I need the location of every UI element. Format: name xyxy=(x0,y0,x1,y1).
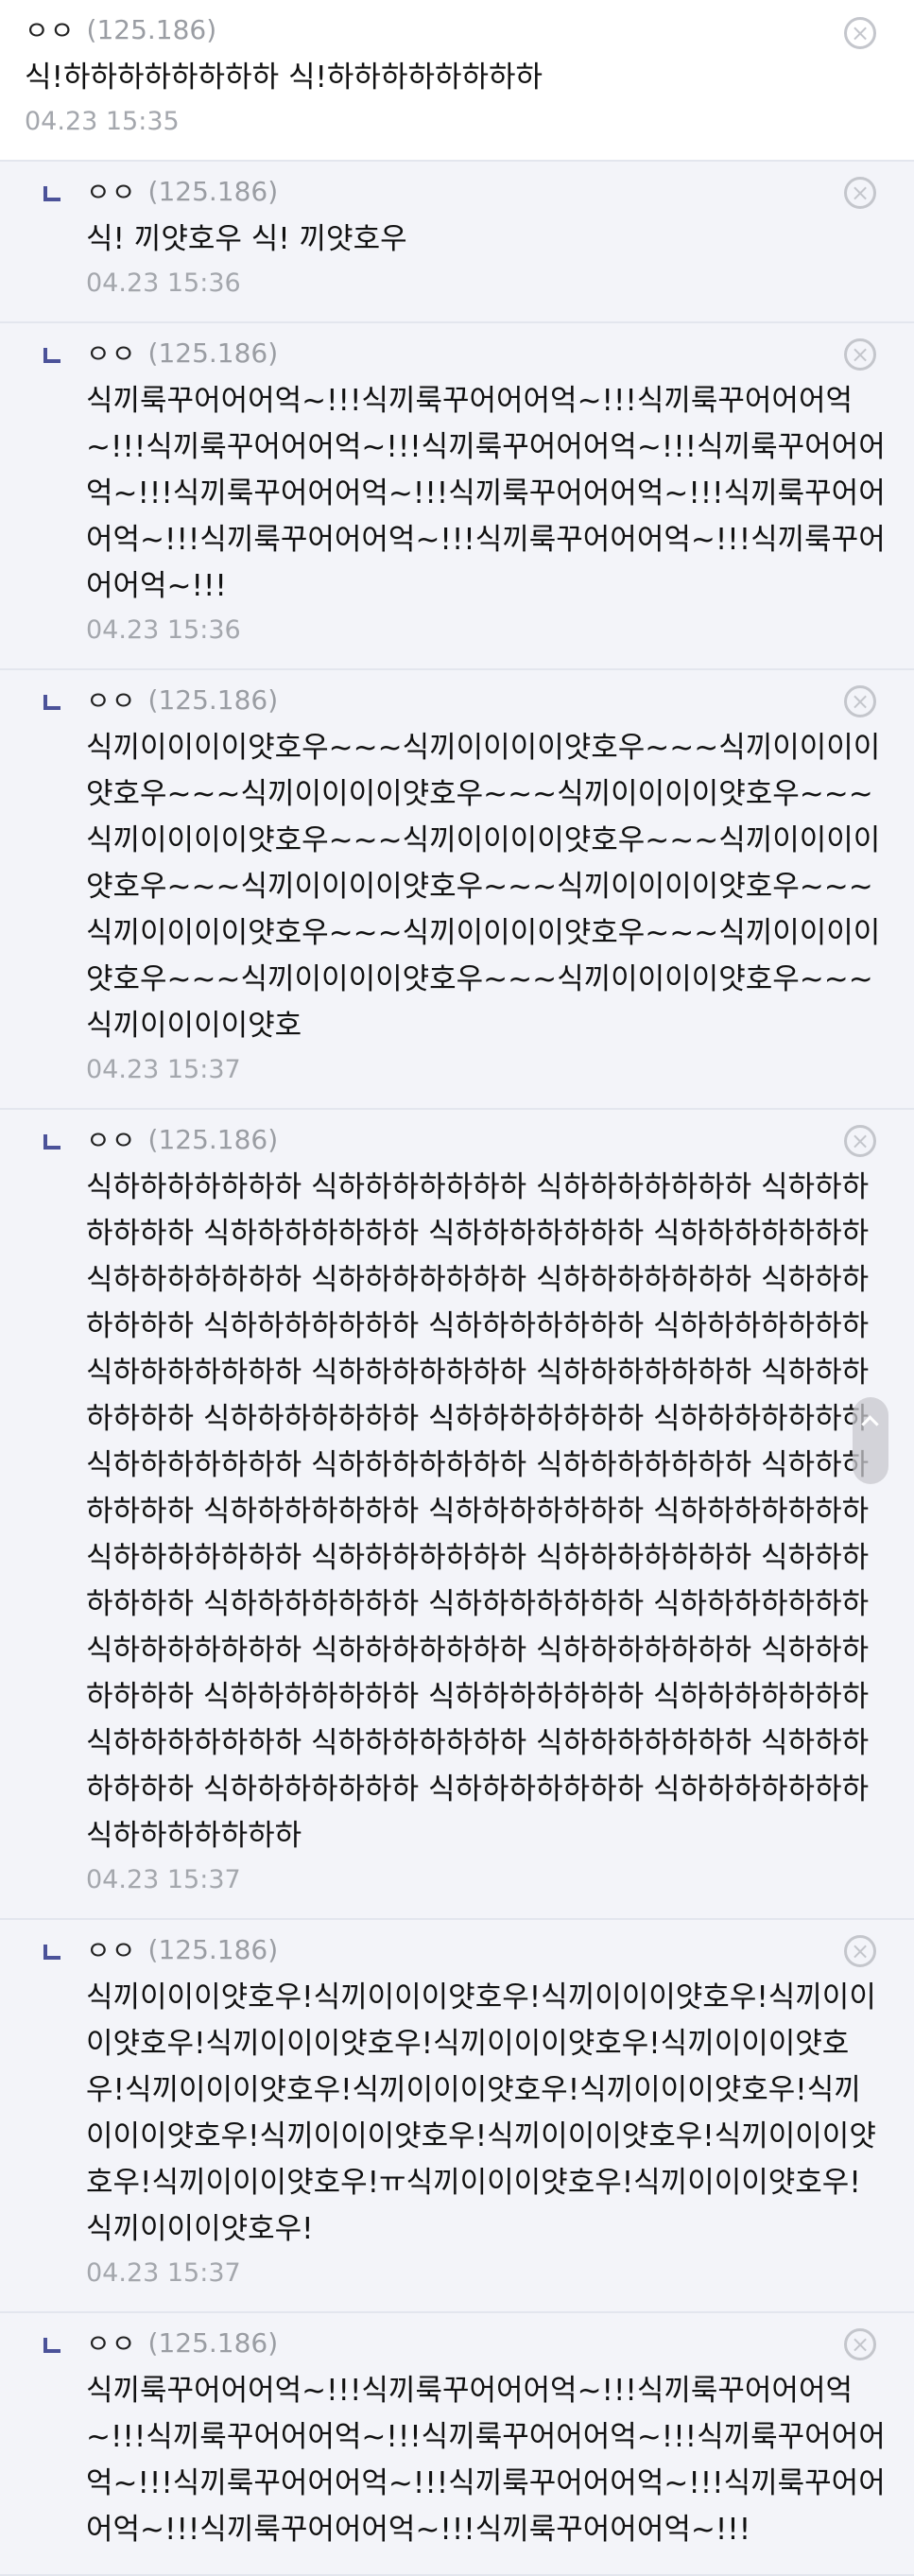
reply-arrow-icon xyxy=(43,1134,60,1150)
comment-ip: (125.186) xyxy=(147,337,279,369)
comment-text: 식하하하하하하하 식하하하하하하하 식하하하하하하하 식하하하하하하하 식하하하… xyxy=(86,1170,870,1853)
delete-close-icon[interactable]: × xyxy=(844,177,876,209)
delete-close-icon[interactable]: × xyxy=(844,685,876,717)
comment-item: ㅇㅇ (125.186) 식!하하하하하하하하 식!하하하하하하하하 04.23… xyxy=(0,0,914,162)
comment-ip: (125.186) xyxy=(86,13,217,45)
delete-close-icon[interactable]: × xyxy=(844,2328,876,2360)
reply-item: ㅇㅇ (125.186) 식끼이이이이얏호우~~~식끼이이이이얏호우~~~식끼이… xyxy=(0,670,914,1110)
comment-meta: ㅇㅇ (125.186) xyxy=(86,1119,886,1159)
comment-date: 04.23 15:37 xyxy=(86,1055,241,1084)
reply-arrow-icon xyxy=(43,348,60,363)
comment-nickname[interactable]: ㅇㅇ xyxy=(86,1120,137,1158)
comment-nickname[interactable]: ㅇㅇ xyxy=(86,172,137,210)
reply-item: ㅇㅇ (125.186) 식끼룩꾸어어어억~!!!식끼룩꾸어어어억~!!!식끼룩… xyxy=(0,2313,914,2576)
comment-ip: (125.186) xyxy=(147,175,279,207)
comment-meta: ㅇㅇ (125.186) xyxy=(86,680,886,719)
comment-nickname[interactable]: ㅇㅇ xyxy=(86,681,137,718)
comment-ip: (125.186) xyxy=(147,1933,279,1965)
comment-list: ㅇㅇ (125.186) 식!하하하하하하하하 식!하하하하하하하하 04.23… xyxy=(0,0,914,2576)
comment-date: 04.23 15:36 xyxy=(86,615,241,645)
reply-item: ㅇㅇ (125.186) 식끼룩꾸어어어억~!!!식끼룩꾸어어어억~!!!식끼룩… xyxy=(0,323,914,670)
comment-text: 식! 끼얏호우 식! 끼얏호우 xyxy=(86,222,407,256)
delete-close-icon[interactable]: × xyxy=(844,338,876,371)
comment-date: 04.23 15:36 xyxy=(86,268,241,298)
comment-meta: ㅇㅇ (125.186) xyxy=(86,171,886,211)
comment-nickname[interactable]: ㅇㅇ xyxy=(86,2324,137,2361)
comment-ip: (125.186) xyxy=(147,1123,279,1155)
comment-text: 식끼이이이얏호우!식끼이이이얏호우!식끼이이이얏호우!식끼이이이얏호우!식끼이이… xyxy=(86,1980,876,2246)
comment-meta: ㅇㅇ (125.186) xyxy=(86,333,886,372)
comment-ip: (125.186) xyxy=(147,683,279,716)
reply-item: ㅇㅇ (125.186) 식! 끼얏호우 식! 끼얏호우 04.23 15:36… xyxy=(0,162,914,323)
reply-arrow-icon xyxy=(43,186,60,201)
comment-meta: ㅇㅇ (125.186) xyxy=(86,2323,886,2362)
comment-nickname[interactable]: ㅇㅇ xyxy=(86,1930,137,1968)
comment-date: 04.23 15:37 xyxy=(86,2258,241,2288)
comment-meta: ㅇㅇ (125.186) xyxy=(25,9,861,49)
comment-text: 식!하하하하하하하하 식!하하하하하하하하 xyxy=(25,61,543,95)
comment-ip: (125.186) xyxy=(147,2326,279,2359)
delete-close-icon[interactable]: × xyxy=(844,1935,876,1967)
reply-arrow-icon xyxy=(43,2338,60,2353)
reply-item: ㅇㅇ (125.186) 식끼이이이얏호우!식끼이이이얏호우!식끼이이이얏호우!… xyxy=(0,1920,914,2313)
delete-close-icon[interactable]: × xyxy=(844,1125,876,1157)
comment-nickname[interactable]: ㅇㅇ xyxy=(25,10,76,48)
comment-date: 04.23 15:35 xyxy=(25,107,180,136)
comment-text: 식끼룩꾸어어어억~!!!식끼룩꾸어어어억~!!!식끼룩꾸어어어억~!!!식끼룩꾸… xyxy=(86,2374,886,2547)
chevron-up-icon xyxy=(861,1415,879,1433)
reply-arrow-icon xyxy=(43,1945,60,1960)
scroll-to-top-button[interactable] xyxy=(853,1397,888,1484)
comment-text: 식끼룩꾸어어어억~!!!식끼룩꾸어어어억~!!!식끼룩꾸어어어억~!!!식끼룩꾸… xyxy=(86,384,886,603)
comment-text: 식끼이이이이얏호우~~~식끼이이이이얏호우~~~식끼이이이이얏호우~~~식끼이이… xyxy=(86,731,881,1043)
comment-date: 04.23 15:37 xyxy=(86,1865,241,1894)
comment-nickname[interactable]: ㅇㅇ xyxy=(86,334,137,372)
comment-meta: ㅇㅇ (125.186) xyxy=(86,1929,886,1969)
delete-close-icon[interactable]: × xyxy=(844,17,876,49)
reply-arrow-icon xyxy=(43,695,60,710)
reply-item: ㅇㅇ (125.186) 식하하하하하하하 식하하하하하하하 식하하하하하하하 … xyxy=(0,1110,914,1920)
